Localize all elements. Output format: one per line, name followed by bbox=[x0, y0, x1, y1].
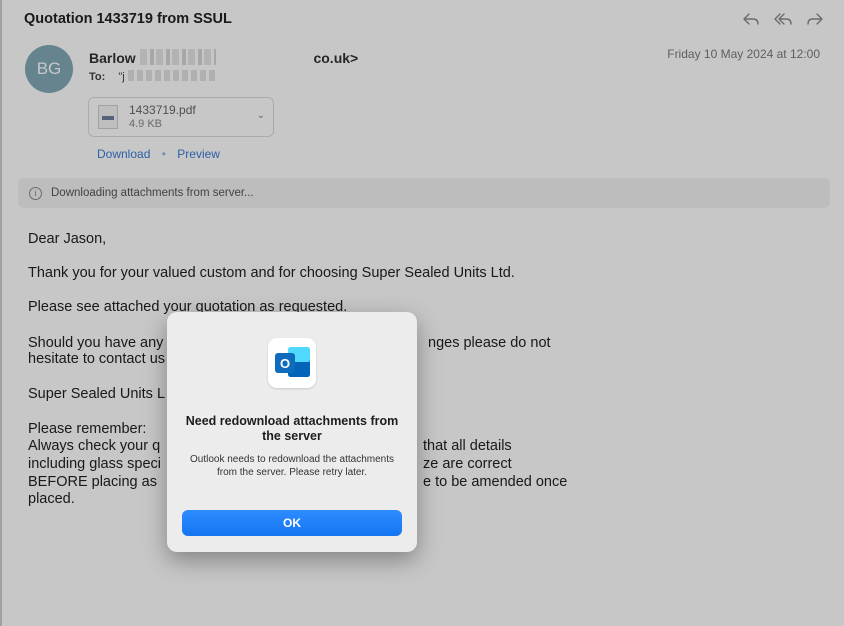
alert-dialog: O Need redownload attachments from the s… bbox=[167, 312, 417, 552]
outlook-letter: O bbox=[280, 356, 290, 371]
ok-button[interactable]: OK bbox=[182, 510, 402, 536]
dialog-message: Outlook needs to redownload the attachme… bbox=[189, 454, 395, 478]
dialog-title: Need redownload attachments from the ser… bbox=[185, 414, 399, 443]
outlook-icon: O bbox=[268, 338, 316, 388]
modal-overlay bbox=[0, 0, 844, 626]
